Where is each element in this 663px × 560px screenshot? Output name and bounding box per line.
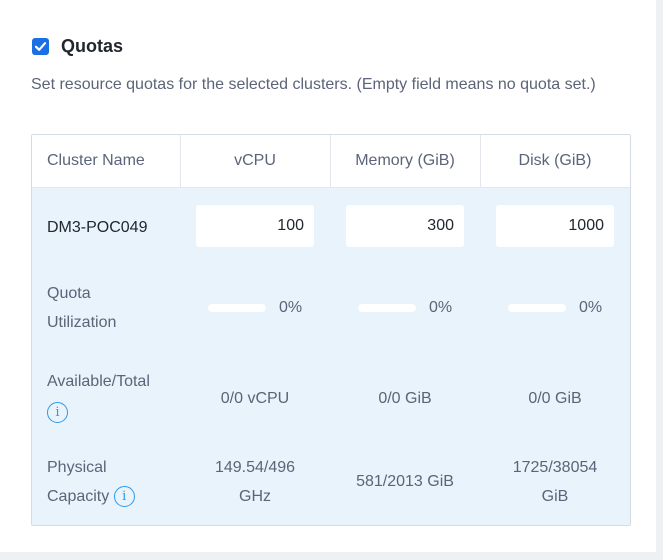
vcpu-utilization-percent: 0% bbox=[279, 299, 303, 316]
info-icon[interactable]: i bbox=[113, 486, 135, 508]
table-header: Cluster Name vCPU Memory (GiB) Disk (GiB… bbox=[32, 135, 630, 188]
header-disk: Disk (GiB) bbox=[518, 152, 592, 169]
memory-physical-capacity: 581/2013 GiB bbox=[356, 473, 454, 490]
memory-utilization-bar bbox=[358, 304, 416, 312]
table-body: DM3-POC049 100 300 1000 Quota Utilizatio… bbox=[32, 188, 630, 525]
disk-available: 0/0 GiB bbox=[528, 390, 582, 407]
quotas-header: Quotas bbox=[32, 36, 123, 56]
section-description: Set resource quotas for the selected clu… bbox=[31, 76, 596, 93]
cluster-name: DM3-POC049 bbox=[47, 219, 148, 236]
disk-utilization-bar bbox=[508, 304, 566, 312]
checkmark-icon bbox=[34, 41, 47, 51]
disk-physical-capacity: 1725/38054 GiB bbox=[512, 459, 598, 505]
section-title: Quotas bbox=[61, 36, 124, 56]
memory-quota-input[interactable]: 300 bbox=[346, 205, 464, 247]
quota-utilization-label: Quota Utilization bbox=[47, 285, 117, 331]
vcpu-quota-input[interactable]: 100 bbox=[196, 205, 314, 247]
header-vcpu: vCPU bbox=[234, 152, 276, 169]
info-icon[interactable]: i bbox=[47, 402, 68, 424]
memory-utilization-percent: 0% bbox=[429, 299, 453, 316]
vcpu-physical-capacity: 149.54/496 GHz bbox=[214, 459, 296, 505]
disk-quota-input[interactable]: 1000 bbox=[496, 205, 614, 247]
header-cluster-name: Cluster Name bbox=[47, 152, 145, 169]
vcpu-utilization-bar bbox=[208, 304, 266, 312]
disk-utilization-percent: 0% bbox=[579, 299, 603, 316]
quotas-table: Cluster Name vCPU Memory (GiB) Disk (GiB… bbox=[31, 134, 631, 526]
quotas-card: Quotas Set resource quotas for the selec… bbox=[0, 0, 656, 552]
header-memory: Memory (GiB) bbox=[355, 152, 455, 169]
available-total-label: Available/Total i bbox=[47, 367, 150, 427]
memory-available: 0/0 GiB bbox=[378, 390, 432, 407]
quotas-checkbox[interactable] bbox=[32, 37, 49, 55]
vcpu-available: 0/0 vCPU bbox=[220, 390, 290, 407]
physical-capacity-label: Physical Capacity i bbox=[47, 453, 135, 511]
